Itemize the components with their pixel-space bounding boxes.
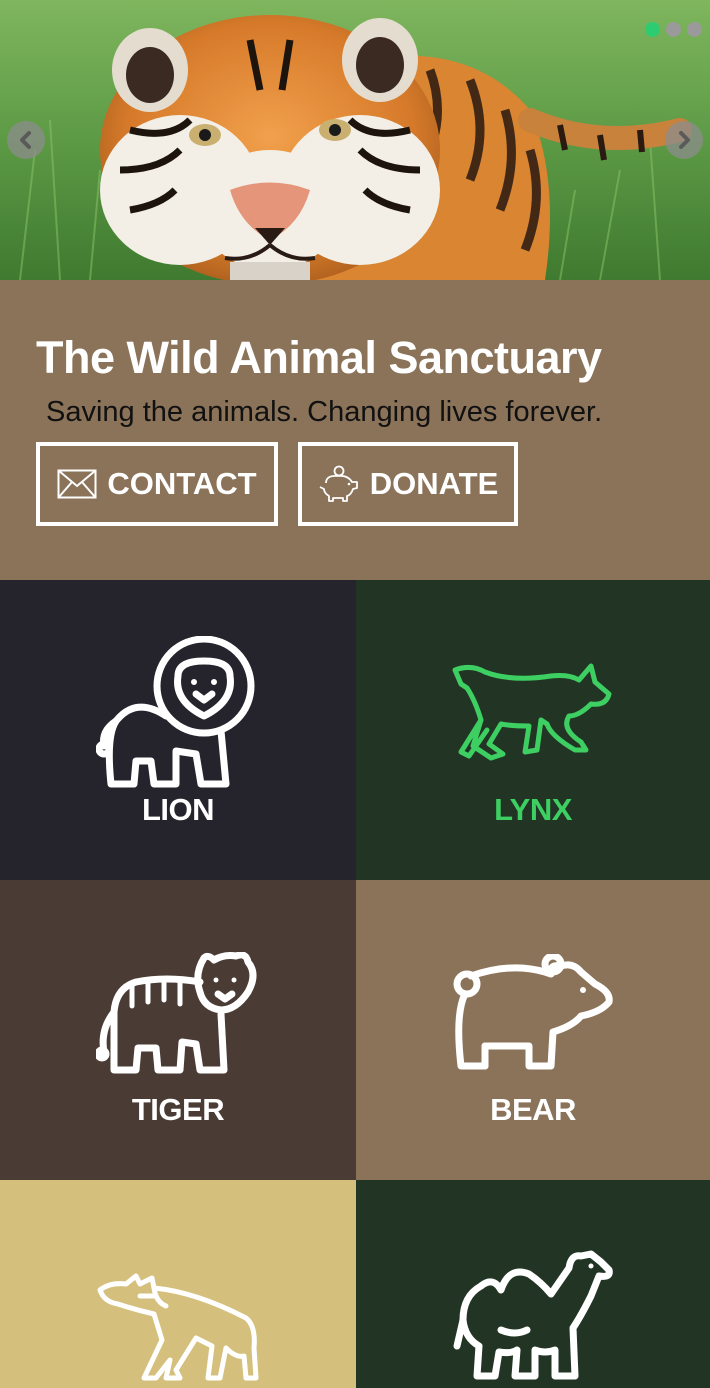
carousel-next-button[interactable] <box>665 121 703 159</box>
animal-label: LION <box>141 792 215 827</box>
piggy-bank-icon <box>319 465 358 502</box>
tiger-photo <box>0 0 710 280</box>
carousel-dot-3[interactable] <box>687 22 702 37</box>
animal-label: TIGER <box>131 1092 225 1127</box>
animal-tile-camel[interactable] <box>356 1180 710 1388</box>
lion-icon <box>95 636 254 788</box>
donate-label: DONATE <box>369 466 499 501</box>
chevron-right-icon <box>679 131 690 149</box>
chevron-left-icon <box>20 131 31 149</box>
animal-tile-tiger[interactable]: TIGER <box>0 880 356 1180</box>
contact-button[interactable]: CONTACT <box>36 442 278 526</box>
lynx-icon <box>452 663 611 761</box>
tagline: Saving the animals. Changing lives forev… <box>46 396 603 428</box>
animal-label: LYNX <box>494 792 572 827</box>
carousel-prev-button[interactable] <box>7 121 45 159</box>
tiger-icon <box>95 952 256 1074</box>
camel-icon <box>453 1250 613 1380</box>
donate-button[interactable]: DONATE <box>298 442 518 526</box>
carousel-indicators <box>645 22 702 37</box>
intro-section: The Wild Animal Sanctuary Saving the ani… <box>0 280 710 580</box>
bear-icon <box>453 954 613 1070</box>
contact-label: CONTACT <box>107 466 257 501</box>
carousel-dot-1[interactable] <box>645 22 660 37</box>
animal-tile-lion[interactable]: LION <box>0 580 356 880</box>
hero-carousel[interactable] <box>0 0 710 280</box>
envelope-icon <box>57 469 97 499</box>
animal-tile-bear[interactable]: BEAR <box>356 880 710 1180</box>
animal-tile-hyena[interactable] <box>0 1180 356 1388</box>
page-title: The Wild Animal Sanctuary <box>36 332 602 383</box>
animal-tile-lynx[interactable]: LYNX <box>356 580 710 880</box>
hyena-icon <box>97 1273 258 1381</box>
animal-label: BEAR <box>490 1092 576 1127</box>
carousel-dot-2[interactable] <box>666 22 681 37</box>
